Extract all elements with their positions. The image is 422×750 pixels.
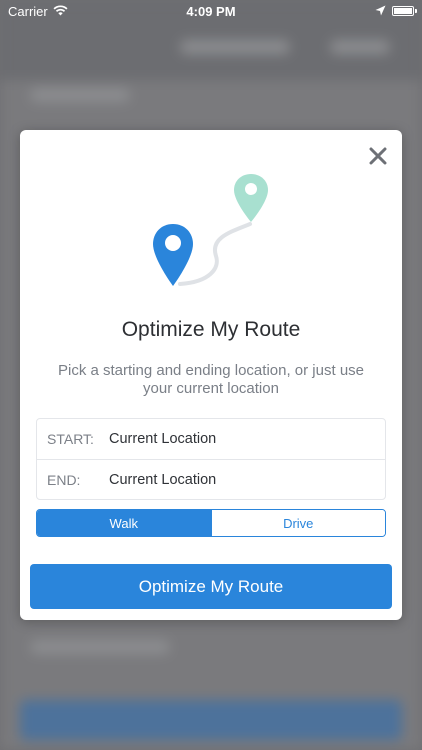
route-illustration [153,174,268,286]
start-label: START: [47,431,94,447]
drive-option[interactable]: Drive [210,510,385,536]
modal-subtitle: Pick a starting and ending location, or … [57,362,364,397]
start-location-row[interactable]: START: Current Location [37,419,385,459]
status-bar: Carrier 4:09 PM [0,0,422,22]
end-location-field[interactable]: Current Location [109,472,216,488]
battery-icon [392,6,417,16]
background-button [20,700,402,740]
location-fields: START: Current Location END: Current Loc… [36,418,386,500]
location-arrow-icon [375,4,386,19]
start-location-field[interactable]: Current Location [109,431,216,447]
background-text [330,40,390,54]
optimize-route-modal: Optimize My Route Pick a starting and en… [20,130,402,620]
end-label: END: [47,472,81,488]
close-icon [369,147,387,165]
walk-option[interactable]: Walk [37,510,211,536]
start-pin-icon [153,224,193,286]
close-button[interactable] [366,144,390,168]
travel-mode-toggle: Walk Drive [36,509,386,537]
end-location-row[interactable]: END: Current Location [37,459,385,500]
background-text [180,40,290,54]
wifi-icon [53,4,68,19]
end-pin-icon [234,174,268,222]
background-text [30,88,130,102]
modal-title: Optimize My Route [121,318,301,341]
optimize-route-button[interactable]: Optimize My Route [30,564,392,609]
background-text [30,640,170,654]
carrier-label: Carrier [8,3,48,19]
